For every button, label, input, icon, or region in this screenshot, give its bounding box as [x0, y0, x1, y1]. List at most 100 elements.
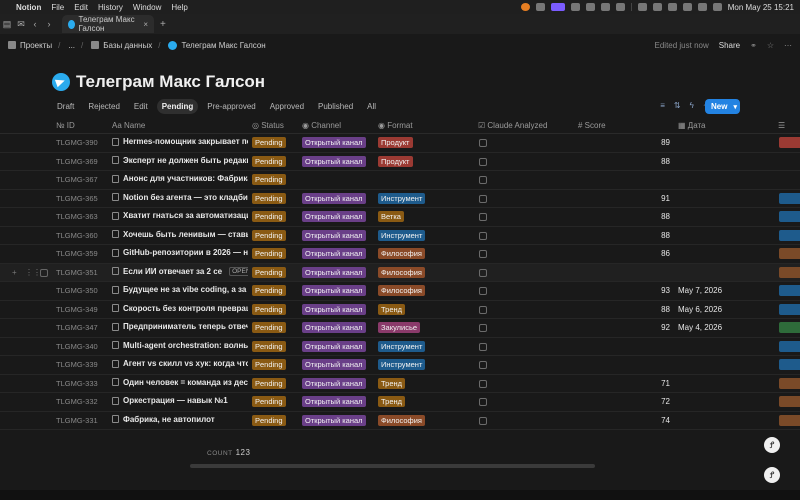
- claude-analyzed-checkbox[interactable]: [479, 361, 487, 369]
- row-name[interactable]: Скорость без контроля превращает: [112, 304, 248, 313]
- format-tag[interactable]: Ветка: [378, 211, 404, 222]
- automation-icon[interactable]: ϟ: [690, 101, 694, 111]
- claude-analyzed-checkbox[interactable]: [479, 213, 487, 221]
- status-badge[interactable]: Pending: [252, 229, 286, 241]
- dropbox-icon[interactable]: [682, 3, 692, 11]
- row-name[interactable]: Эксперт не должен быть редакцией: [112, 156, 248, 165]
- table-row[interactable]: + ⋮⋮ TLGMG-351 Если ИИ отвечает за 2 се OPEN…: [0, 263, 800, 282]
- breadcrumb-item[interactable]: Проекты: [8, 41, 52, 50]
- table-row[interactable]: TLGMG-349 Скорость без контроля превращае…: [0, 301, 800, 319]
- drag-handle-icon[interactable]: ⋮⋮: [25, 268, 41, 277]
- new-tab-icon[interactable]: +: [160, 19, 166, 30]
- column-header-id[interactable]: № ID: [56, 121, 75, 130]
- star-icon[interactable]: ☆: [767, 41, 774, 50]
- row-select-checkbox[interactable]: [40, 268, 48, 277]
- claude-analyzed-checkbox[interactable]: [479, 287, 487, 295]
- status-badge[interactable]: Pending: [252, 322, 286, 333]
- claude-analyzed-checkbox[interactable]: [479, 268, 487, 277]
- row-name[interactable]: Hermes-помощник закрывает подде: [112, 137, 248, 146]
- row-name[interactable]: Один человек = команда из десяти: [112, 378, 248, 387]
- format-tag[interactable]: Закулисье: [378, 322, 421, 333]
- status-badge[interactable]: Pending: [252, 396, 286, 407]
- table-row[interactable]: TLGMG-369 Эксперт не должен быть редакцие…: [0, 153, 800, 171]
- row-name[interactable]: Хочешь быть ленивым — ставь ИИ з: [112, 230, 248, 239]
- channel-tag[interactable]: Открытый канал: [302, 229, 366, 241]
- spotlight-icon[interactable]: [712, 3, 722, 11]
- truncated-tag[interactable]: [779, 414, 800, 426]
- table-row[interactable]: TLGMG-340 Multi-agent orchestration: волн…: [0, 338, 800, 356]
- status-app-icon[interactable]: [550, 3, 565, 11]
- status-badge[interactable]: Pending: [252, 303, 286, 315]
- table-row[interactable]: TLGMG-347 Предприниматель теперь отвечает…: [0, 319, 800, 338]
- claude-analyzed-checkbox[interactable]: [479, 342, 487, 351]
- column-header-name[interactable]: Aa Name: [112, 121, 145, 130]
- wifi-icon[interactable]: [697, 3, 707, 11]
- status-app-icon[interactable]: [520, 3, 530, 11]
- row-name[interactable]: GitHub-репозитории в 2026 — новы: [112, 248, 248, 257]
- row-name[interactable]: Notion без агента — это кладбище з: [112, 193, 248, 202]
- row-name[interactable]: Хватит гнаться за автоматизацией: [112, 211, 248, 220]
- claude-analyzed-checkbox[interactable]: [479, 231, 487, 240]
- close-icon[interactable]: ×: [143, 20, 148, 29]
- more-icon[interactable]: ⋯: [784, 41, 792, 50]
- truncated-tag[interactable]: [779, 340, 800, 352]
- channel-tag[interactable]: Открытый канал: [302, 322, 366, 333]
- truncated-tag[interactable]: [779, 359, 800, 370]
- table-row[interactable]: TLGMG-331 Фабрика, не автопилот Pending Отк…: [0, 412, 800, 430]
- channel-tag[interactable]: Открытый канал: [302, 155, 366, 167]
- add-row-icon[interactable]: +: [12, 268, 17, 277]
- menu-edit[interactable]: Edit: [74, 3, 88, 12]
- format-tag[interactable]: Философия: [378, 266, 425, 278]
- channel-tag[interactable]: Открытый канал: [302, 248, 366, 259]
- truncated-tag[interactable]: [779, 285, 800, 296]
- breadcrumb-item[interactable]: Базы данных: [91, 41, 152, 50]
- link-icon[interactable]: ⚭: [750, 41, 757, 50]
- status-badge[interactable]: Pending: [252, 137, 286, 148]
- claude-analyzed-checkbox[interactable]: [479, 324, 487, 332]
- open-button[interactable]: OPEN: [229, 266, 248, 276]
- tab-edit[interactable]: Edit: [129, 99, 153, 114]
- status-app-icon[interactable]: [667, 3, 677, 11]
- sort-icon[interactable]: ⇅: [674, 101, 681, 111]
- status-badge[interactable]: Pending: [252, 340, 286, 352]
- table-row[interactable]: TLGMG-363 Хватит гнаться за автоматизацие…: [0, 208, 800, 227]
- breadcrumb-item[interactable]: Телеграм Макс Галсон: [168, 40, 266, 50]
- format-tag[interactable]: Инструмент: [378, 340, 426, 352]
- format-tag[interactable]: Тренд: [378, 377, 406, 389]
- status-badge[interactable]: Pending: [252, 377, 286, 389]
- page-title-text[interactable]: Телеграм Макс Галсон: [76, 72, 265, 92]
- claude-analyzed-checkbox[interactable]: [479, 379, 487, 388]
- column-header-date[interactable]: ▦ Дата: [678, 121, 706, 130]
- filter-icon[interactable]: ≡: [660, 101, 665, 111]
- status-badge[interactable]: Pending: [252, 266, 286, 278]
- claude-analyzed-checkbox[interactable]: [479, 176, 487, 184]
- status-app-icon[interactable]: [615, 3, 625, 11]
- status-app-icon[interactable]: [600, 3, 610, 11]
- format-tag[interactable]: Тренд: [378, 303, 406, 315]
- format-tag[interactable]: Инструмент: [378, 229, 426, 241]
- back-icon[interactable]: ‹: [28, 19, 42, 29]
- channel-tag[interactable]: Открытый канал: [302, 359, 366, 370]
- horizontal-scrollbar[interactable]: [190, 464, 595, 468]
- channel-tag[interactable]: Открытый канал: [302, 192, 366, 204]
- breadcrumb-item[interactable]: ...: [68, 41, 75, 50]
- truncated-tag[interactable]: [779, 377, 800, 389]
- row-name[interactable]: Предприниматель теперь отвечает: [112, 322, 248, 331]
- truncated-tag[interactable]: [779, 322, 800, 333]
- format-tag[interactable]: Философия: [378, 414, 425, 426]
- status-badge[interactable]: Pending: [252, 211, 286, 222]
- claude-analyzed-checkbox[interactable]: [479, 157, 487, 166]
- claude-analyzed-checkbox[interactable]: [479, 194, 487, 203]
- menu-file[interactable]: File: [51, 3, 64, 12]
- channel-tag[interactable]: Открытый канал: [302, 414, 366, 426]
- truncated-tag[interactable]: [779, 303, 800, 315]
- row-name[interactable]: Фабрика, не автопилот: [112, 415, 248, 424]
- row-name[interactable]: Multi-agent orchestration: волны вме: [112, 341, 248, 350]
- menu-history[interactable]: History: [98, 3, 123, 12]
- menu-window[interactable]: Window: [133, 3, 161, 12]
- column-header-format[interactable]: ◉ Format: [378, 121, 413, 130]
- column-header-channel[interactable]: ◉ Channel: [302, 121, 341, 130]
- new-button[interactable]: New ▾: [705, 99, 740, 114]
- status-badge[interactable]: Pending: [252, 174, 286, 185]
- status-badge[interactable]: Pending: [252, 155, 286, 167]
